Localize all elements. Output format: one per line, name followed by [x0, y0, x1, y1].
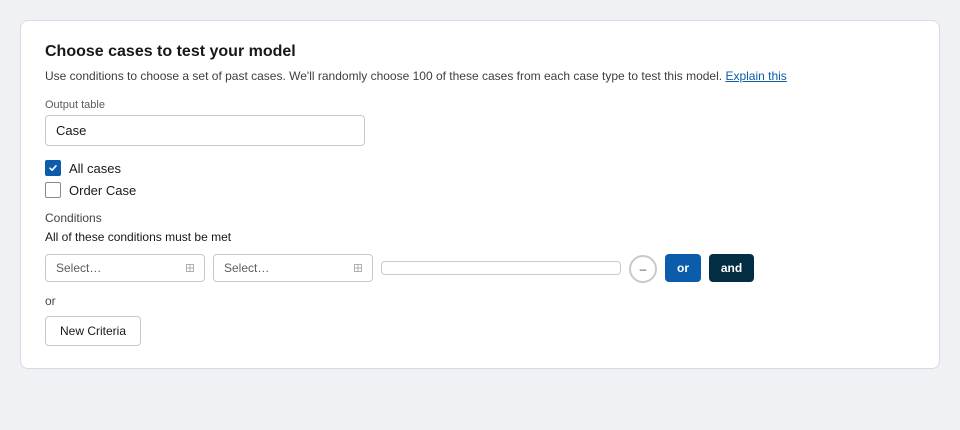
operator-select[interactable]: Select…	[213, 254, 373, 282]
remove-condition-button[interactable]: –	[629, 255, 657, 283]
new-criteria-button[interactable]: New Criteria	[45, 316, 141, 346]
field-select[interactable]: Select…	[45, 254, 205, 282]
checkbox-order-case[interactable]: Order Case	[45, 182, 136, 198]
grid-icon	[186, 264, 194, 272]
or-button[interactable]: or	[665, 254, 701, 282]
output-table-label: Output table	[45, 99, 105, 111]
checkbox-all-cases[interactable]: All cases	[45, 160, 121, 176]
or-separator-label: or	[45, 294, 56, 308]
grid-icon	[354, 264, 362, 272]
conditions-subtitle: All of these conditions must be met	[45, 230, 232, 244]
conditions-title: Conditions	[45, 211, 102, 225]
checkbox-unchecked-icon[interactable]	[45, 182, 61, 198]
checkbox-checked-icon[interactable]	[45, 160, 61, 176]
checkbox-label-order-case: Order Case	[69, 182, 137, 198]
checkbox-label-all-cases: All cases	[69, 160, 122, 176]
output-table-input[interactable]	[45, 115, 365, 146]
explain-link[interactable]: Explain this	[725, 69, 786, 83]
description-text: Use conditions to choose a set of past c…	[45, 69, 723, 83]
test-cases-card: Choose cases to test your model Use cond…	[20, 20, 940, 369]
field-select-value: Select…	[56, 261, 102, 275]
condition-value-input[interactable]	[381, 261, 621, 275]
card-description: Use conditions to choose a set of past c…	[45, 69, 787, 83]
operator-select-value: Select…	[224, 261, 270, 275]
and-button[interactable]: and	[709, 254, 754, 282]
card-title: Choose cases to test your model	[45, 43, 296, 60]
